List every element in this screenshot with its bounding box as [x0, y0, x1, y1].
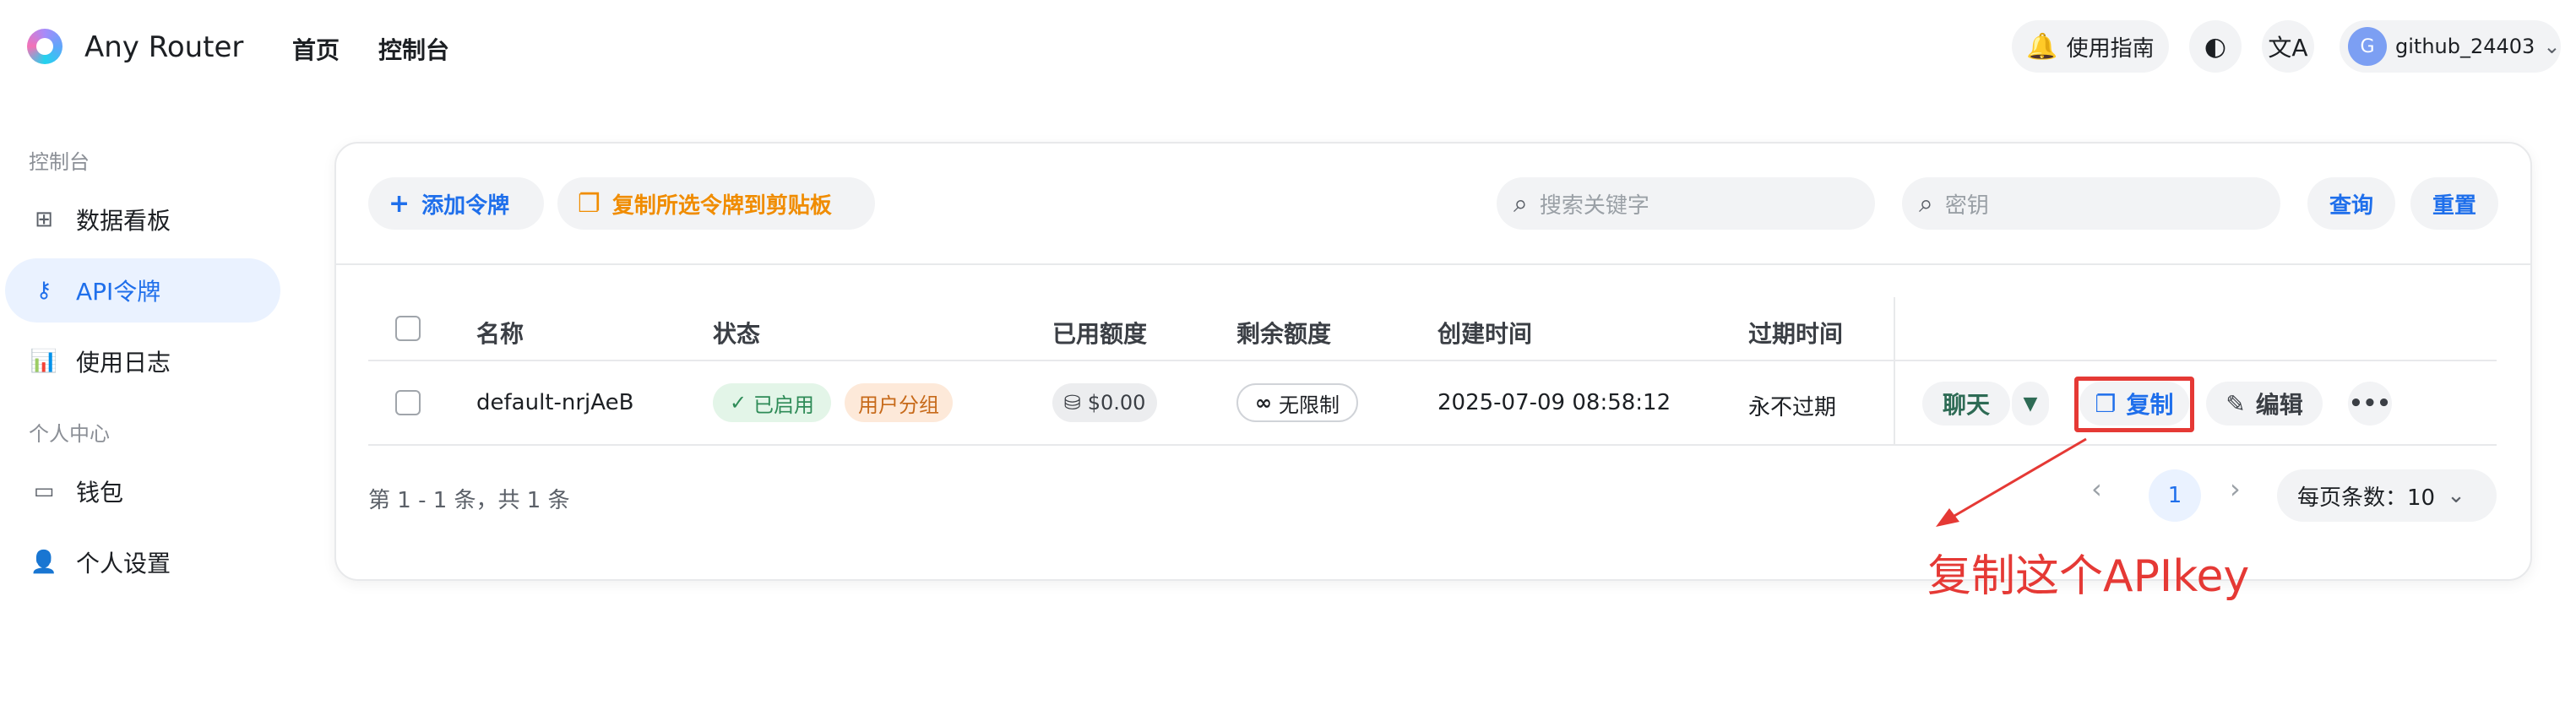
annotation-arrow [1936, 437, 2087, 527]
dashboard-icon: ⊞ [35, 207, 53, 232]
search-icon: ⌕ [1919, 188, 1933, 219]
sidebar-item-label: API令牌 [76, 278, 161, 306]
keyword-search-input[interactable]: ⌕ 搜索关键字 [1497, 177, 1875, 230]
page-size-select[interactable]: 每页条数：10 ⌄ [2277, 469, 2497, 522]
page-1-button[interactable]: 1 [2149, 469, 2201, 522]
user-menu[interactable]: G github_24403 ⌄ [2340, 20, 2561, 73]
bell-icon: 🔔 [2026, 31, 2058, 62]
status-badge: ✓ 已启用 [713, 383, 831, 422]
annotation-text: 复制这个APIkey [1927, 551, 2250, 602]
row-checkbox[interactable] [395, 390, 421, 415]
edit-button[interactable]: ✎ 编辑 [2206, 382, 2323, 426]
reset-button[interactable]: 重置 [2410, 177, 2498, 230]
user-icon: 👤 [30, 550, 58, 575]
chat-button[interactable]: 聊天 [1922, 382, 2010, 426]
moon-icon: ◐ [2204, 31, 2227, 62]
copy-icon: ❐ [578, 188, 601, 219]
nav-console[interactable]: 控制台 [378, 32, 449, 66]
column-header-created[interactable]: 创建时间 [1437, 316, 1532, 350]
chevron-down-icon: ⌄ [2447, 483, 2465, 508]
add-token-label: 添加令牌 [421, 192, 510, 219]
guide-button[interactable]: 🔔 使用指南 [2012, 20, 2169, 73]
column-header-expires[interactable]: 过期时间 [1748, 316, 1843, 350]
translate-icon: 文A [2268, 34, 2308, 62]
key-icon: ⚷ [35, 278, 52, 303]
token-name: default-nrjAeB [476, 390, 634, 415]
chevron-down-icon: ⌄ [2543, 35, 2561, 58]
select-all-checkbox[interactable] [395, 316, 421, 341]
created-time: 2025-07-09 08:58:12 [1437, 390, 1671, 415]
sidebar-item-label: 使用日志 [76, 349, 171, 377]
highlight-box [2074, 377, 2194, 432]
chat-dropdown-button[interactable]: ▼ [2012, 382, 2049, 426]
edit-label: 编辑 [2255, 391, 2303, 419]
column-header-name[interactable]: 名称 [476, 316, 524, 350]
next-page-icon[interactable]: › [2230, 473, 2241, 505]
toolbar-divider [334, 263, 2532, 265]
column-divider [1894, 297, 1895, 446]
column-header-used[interactable]: 已用额度 [1052, 316, 1147, 350]
add-token-button[interactable]: + 添加令牌 [368, 177, 544, 230]
sidebar-section-console: 控制台 [29, 150, 90, 174]
used-quota-badge: ⛁ $0.00 [1052, 383, 1157, 422]
username: github_24403 [2395, 35, 2535, 58]
infinity-icon: ∞ [1255, 391, 1272, 415]
sidebar-item-label: 数据看板 [76, 207, 171, 235]
sidebar-item-dashboard[interactable]: ⊞ 数据看板 [5, 187, 280, 252]
more-actions-button[interactable]: ••• [2348, 382, 2392, 426]
theme-toggle-button[interactable]: ◐ [2189, 20, 2242, 73]
logo-icon[interactable] [27, 29, 62, 64]
copy-selected-button[interactable]: ❐ 复制所选令牌到剪贴板 [557, 177, 875, 230]
group-badge: 用户分组 [845, 383, 953, 422]
query-button[interactable]: 查询 [2307, 177, 2395, 230]
pagination-summary: 第 1 - 1 条，共 1 条 [368, 488, 570, 513]
check-circle-icon: ✓ [729, 391, 747, 415]
used-quota-text: $0.00 [1087, 391, 1146, 415]
search-icon: ⌕ [1514, 188, 1528, 219]
brand-name[interactable]: Any Router [84, 30, 243, 64]
coins-icon: ⛁ [1063, 391, 1081, 415]
sidebar-item-label: 个人设置 [76, 550, 171, 577]
keyword-placeholder: 搜索关键字 [1539, 192, 1649, 219]
app-root: Any Router 首页 控制台 🔔 使用指南 ◐ 文A G github_2… [0, 0, 2576, 721]
sidebar-section-personal: 个人中心 [29, 422, 110, 446]
plus-icon: + [389, 188, 410, 219]
nav-home[interactable]: 首页 [292, 32, 340, 66]
language-button[interactable]: 文A [2262, 20, 2314, 73]
sidebar-item-settings[interactable]: 👤 个人设置 [5, 530, 280, 594]
row-line [368, 444, 2497, 446]
caret-down-icon: ▼ [2023, 393, 2038, 415]
chart-icon: 📊 [30, 349, 58, 374]
remaining-quota-badge: ∞ 无限制 [1236, 383, 1358, 422]
expiry-time: 永不过期 [1748, 395, 1837, 420]
guide-label: 使用指南 [2066, 35, 2155, 62]
key-placeholder: 密钥 [1944, 192, 1989, 219]
sidebar-item-wallet[interactable]: ▭ 钱包 [5, 459, 280, 523]
top-header: Any Router 首页 控制台 🔔 使用指南 ◐ 文A G github_2… [0, 0, 2576, 95]
page-size-label: 每页条数：10 [2297, 485, 2436, 511]
column-header-remaining[interactable]: 剩余额度 [1236, 316, 1331, 350]
sidebar-item-usage-logs[interactable]: 📊 使用日志 [5, 329, 280, 393]
status-text: 已启用 [753, 393, 815, 417]
key-search-input[interactable]: ⌕ 密钥 [1902, 177, 2280, 230]
sidebar-item-api-tokens[interactable]: ⚷ API令牌 [5, 258, 280, 323]
more-icon: ••• [2349, 391, 2391, 416]
sidebar-item-label: 钱包 [76, 479, 124, 507]
wallet-icon: ▭ [33, 479, 55, 504]
remaining-quota-text: 无限制 [1279, 393, 1340, 417]
header-row-line [368, 360, 2497, 361]
pencil-icon: ✎ [2225, 389, 2246, 418]
copy-selected-label: 复制所选令牌到剪贴板 [611, 192, 832, 219]
avatar: G [2348, 27, 2387, 66]
column-header-status[interactable]: 状态 [713, 316, 760, 350]
